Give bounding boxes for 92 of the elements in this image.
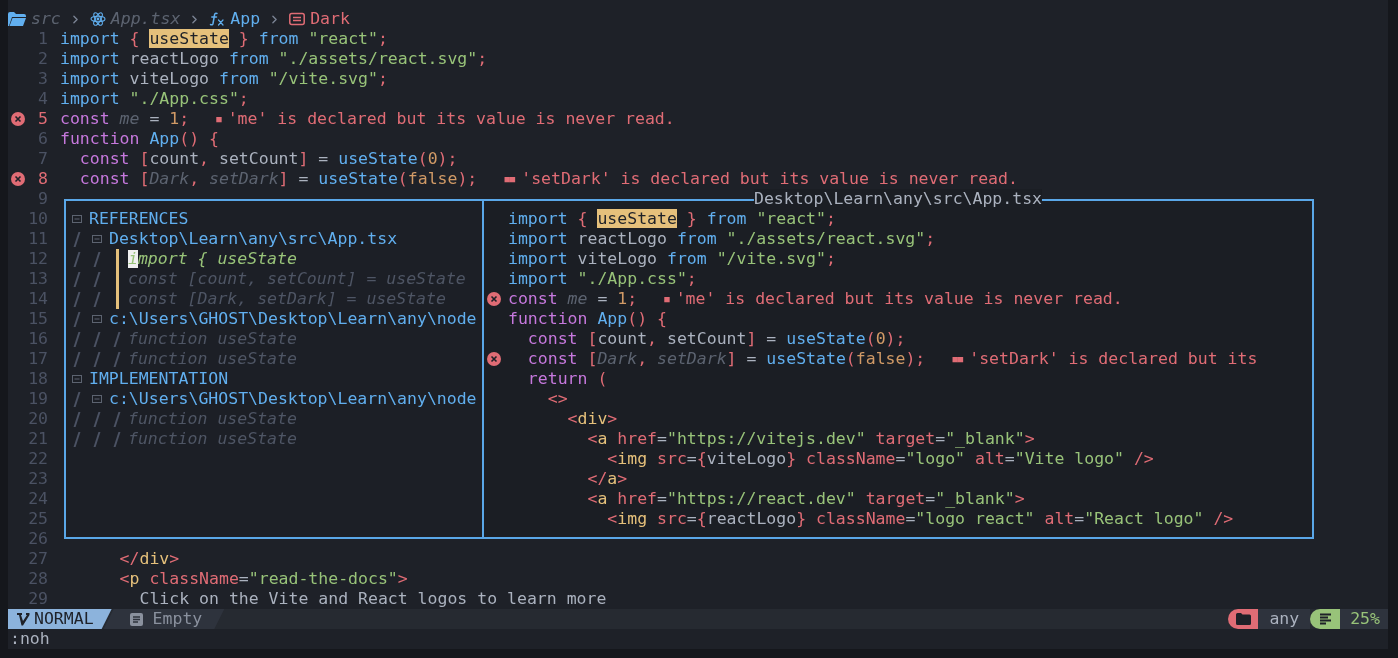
breadcrumb-item[interactable]: Dark (310, 9, 350, 29)
collapse-icon[interactable] (92, 314, 102, 324)
code-line: import { useState } from "react"; (508, 209, 836, 229)
code-line: import { useState } from "react"; (60, 29, 388, 49)
line-number: 13 (28, 269, 48, 289)
align-left-icon (1318, 612, 1332, 626)
line-number: 14 (28, 289, 48, 309)
folder-icon (8, 12, 26, 26)
code-line: const [Dark, setDark] = useState(false); (526, 349, 926, 369)
file-path[interactable]: c:\Users\GHOST\Desktop\Learn\any\node (109, 309, 477, 329)
command-line[interactable]: :noh (10, 629, 50, 649)
line-number: 22 (28, 449, 48, 469)
code-line: import viteLogo from "/vite.svg"; (60, 69, 388, 89)
code-line: function App() { (60, 129, 219, 149)
error-marker: ■ (216, 113, 222, 126)
code-line: <img src={viteLogo} className="logo" alt="Vite logo" /> (606, 449, 1154, 469)
error-marker: ■■ (504, 173, 516, 186)
function-icon (209, 11, 226, 27)
line-number: 5 (37, 109, 48, 129)
code-line: <p className="read-the-docs"> (118, 569, 408, 589)
code-line: import reactLogo from "./assets/react.svg"; (508, 229, 936, 249)
code-line: </a> (586, 469, 628, 489)
collapse-icon[interactable] (72, 214, 82, 224)
mode-label: NORMAL (34, 609, 94, 629)
line-number: 27 (28, 549, 48, 569)
line-number: 8 (37, 169, 48, 189)
breadcrumb-item[interactable]: App (230, 9, 261, 29)
code-line: <a href="https://react.dev" target="_blank"> (586, 489, 1025, 509)
directory-name: any (1258, 609, 1311, 629)
breadcrumb-item[interactable]: src (31, 9, 61, 29)
error-marker: ■ (664, 293, 670, 306)
line-number: 12 (28, 249, 48, 269)
section-header[interactable]: IMPLEMENTATION (89, 369, 229, 389)
collapse-icon[interactable] (92, 234, 102, 244)
code-line: <a href="https://vitejs.dev" target="_blank"> (586, 429, 1035, 449)
code-line: const me = 1; (508, 289, 638, 309)
line-number: 17 (28, 349, 48, 369)
variable-icon (289, 12, 306, 26)
window-title: Desktop\Learn\any\src\App.tsx (753, 189, 1043, 209)
line-number: 20 (28, 409, 48, 429)
line-number: 2 (37, 49, 48, 69)
scroll-percent: 25% (1340, 609, 1388, 629)
code-line: Click on the Vite and React logos to learn more (138, 589, 607, 609)
code-line: const me = 1; (60, 109, 190, 129)
file-path[interactable]: c:\Users\GHOST\Desktop\Learn\any\node (109, 389, 477, 409)
line-number: 10 (28, 209, 48, 229)
breadcrumb-item[interactable]: App.tsx (110, 9, 181, 29)
line-number: 7 (37, 149, 48, 169)
diagnostic-message: 'setDark' is declared but its value is never read. (521, 169, 1018, 189)
diagnostic-message: 'me' is declared but its value is never read. (675, 289, 1123, 309)
line-number: 29 (28, 589, 48, 609)
line-number: 9 (37, 189, 48, 209)
code-line: <img src={reactLogo} className="logo react" alt="React logo" /> (606, 509, 1234, 529)
code-line: return ( (526, 369, 608, 389)
line-number: 25 (28, 509, 48, 529)
line-number: 1 (37, 29, 48, 49)
logo-icon (16, 612, 30, 626)
code-line: import "./App.css"; (508, 269, 697, 289)
line-number: 21 (28, 429, 48, 449)
line-number: 3 (37, 69, 48, 89)
code-line: import "./App.css"; (60, 89, 249, 109)
diagnostic-message: 'me' is declared but its value is never read. (227, 109, 675, 129)
code-line: function App() { (508, 309, 667, 329)
section-header[interactable]: REFERENCES (89, 209, 189, 229)
diagnostic-message: 'setDark' is declared but its (969, 349, 1258, 369)
line-number: 19 (28, 389, 48, 409)
line-number: 26 (28, 529, 48, 549)
line-number: 23 (28, 469, 48, 489)
note-icon (129, 612, 143, 626)
line-number: 15 (28, 309, 48, 329)
code-line: const [Dark, setDark] = useState(false); (78, 169, 478, 189)
line-number: 18 (28, 369, 48, 389)
line-number: 4 (37, 89, 48, 109)
code-line: <div> (566, 409, 618, 429)
code-line: import viteLogo from "/vite.svg"; (508, 249, 836, 269)
line-number: 28 (28, 569, 48, 589)
code-line: import reactLogo from "./assets/react.svg"; (60, 49, 488, 69)
code-line: </div> (118, 549, 180, 569)
folder-icon (1235, 613, 1251, 625)
code-line: const [count, setCount] = useState(0); (526, 329, 906, 349)
atom-icon (89, 11, 106, 27)
line-number: 6 (37, 129, 48, 149)
collapse-icon[interactable] (72, 374, 82, 384)
line-number: 11 (28, 229, 48, 249)
collapse-icon[interactable] (92, 394, 102, 404)
buffer-name: Empty (152, 609, 203, 629)
code-line: <> (546, 389, 568, 409)
line-number: 16 (28, 329, 48, 349)
error-marker: ■■ (952, 353, 964, 366)
code-line: const [count, setCount] = useState(0); (78, 149, 458, 169)
file-path[interactable]: Desktop\Learn\any\src\App.tsx (109, 229, 398, 249)
line-number: 24 (28, 489, 48, 509)
